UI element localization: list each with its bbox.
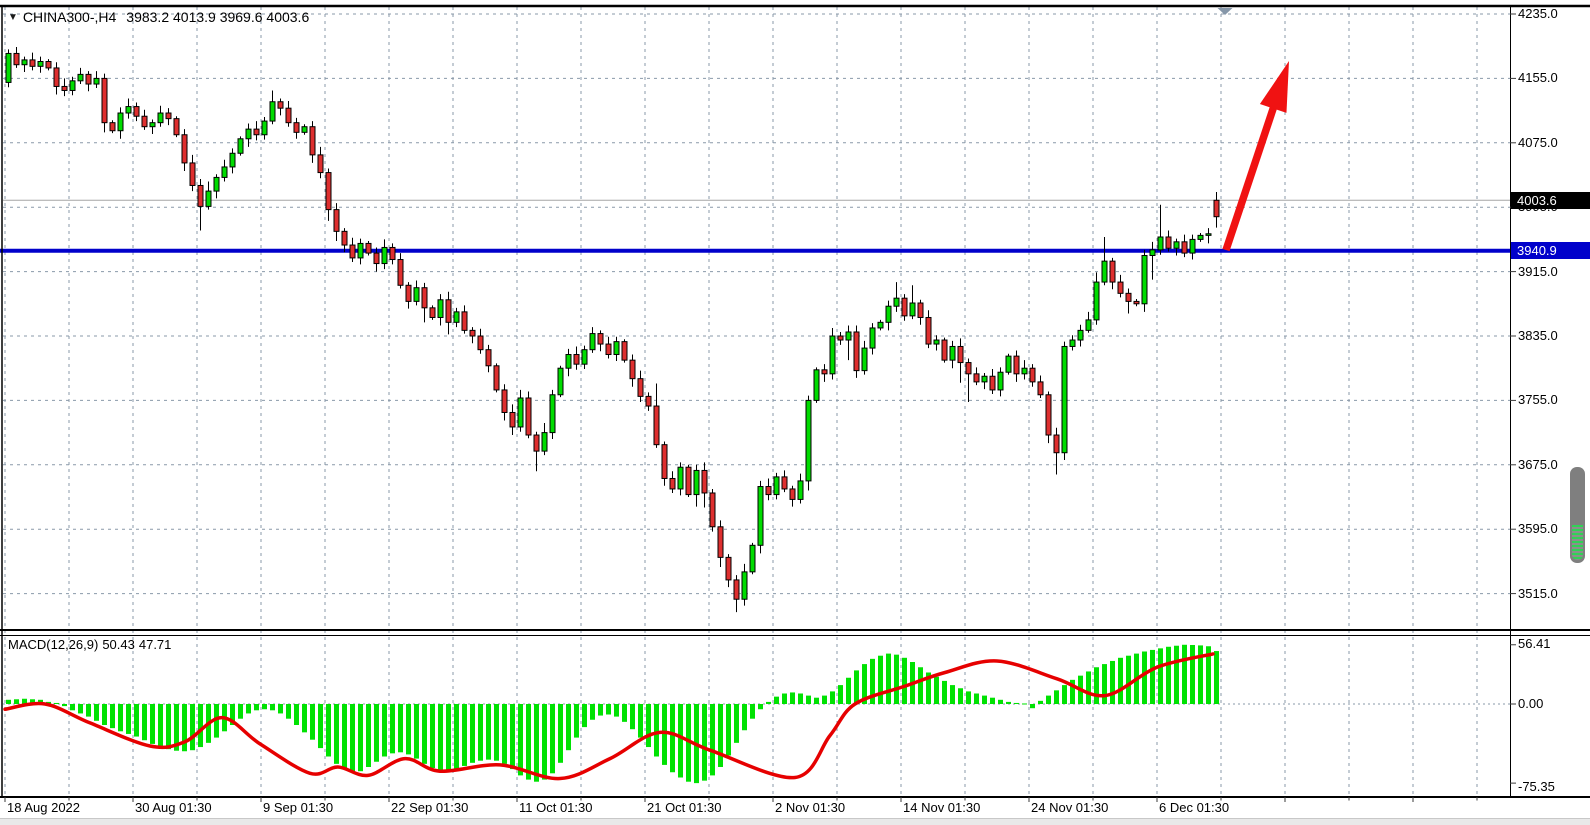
price-tick-label: 3835.0 — [1518, 328, 1558, 343]
time-tick-label: 11 Oct 01:30 — [519, 800, 592, 815]
candlestick-series — [6, 47, 1219, 612]
price-tick-label: 3755.0 — [1518, 392, 1558, 407]
symbol-dropdown-icon[interactable]: ▼ — [8, 12, 18, 23]
up-trend-arrow — [1226, 61, 1289, 250]
time-tick-label: 21 Oct 01:30 — [647, 800, 721, 815]
trading-chart-window: ▼ CHINA300-,H4 3983.2 4013.9 3969.6 4003.6… — [0, 0, 1590, 825]
time-tick-label: 6 Dec 01:30 — [1159, 800, 1229, 815]
right-edge-scroll-thumb[interactable] — [1570, 467, 1585, 563]
scroll-thumb-stripes — [1572, 525, 1583, 560]
time-tick-label: 30 Aug 01:30 — [135, 800, 212, 815]
price-tick-label: 3595.0 — [1518, 521, 1558, 536]
grid-lines — [3, 7, 1510, 797]
time-tick-label: 22 Sep 01:30 — [391, 800, 468, 815]
symbol-timeframe-label: CHINA300-,H4 — [23, 9, 116, 25]
price-tick-label: 4075.0 — [1518, 135, 1558, 150]
macd-tick-label: 0.00 — [1518, 696, 1543, 711]
macd-tick-label: 56.41 — [1518, 636, 1551, 651]
time-tick-label: 18 Aug 2022 — [7, 800, 80, 815]
window-bottom-strip — [0, 818, 1590, 825]
price-tick-label: 4235.0 — [1518, 6, 1558, 21]
time-tick-label: 14 Nov 01:30 — [903, 800, 980, 815]
price-tick-label: 3915.0 — [1518, 264, 1558, 279]
time-tick-label: 9 Sep 01:30 — [263, 800, 333, 815]
time-tick-label: 24 Nov 01:30 — [1031, 800, 1108, 815]
chart-title: ▼ CHINA300-,H4 3983.2 4013.9 3969.6 4003.6 — [8, 9, 309, 25]
macd-histogram — [6, 645, 1219, 783]
price-tick-label: 3515.0 — [1518, 586, 1558, 601]
macd-main-value: 50.43 — [102, 637, 135, 652]
macd-tick-label: -75.35 — [1518, 779, 1555, 794]
time-tick-label: 2 Nov 01:30 — [775, 800, 845, 815]
price-tick-label: 3675.0 — [1518, 457, 1558, 472]
macd-indicator-title: MACD(12,26,9) 50.43 47.71 — [8, 637, 175, 652]
macd-label: MACD(12,26,9) — [8, 637, 98, 652]
support-line-price-tag: 3940.9 — [1511, 242, 1590, 259]
price-tick-label: 4155.0 — [1518, 70, 1558, 85]
macd-signal-value: 47.71 — [139, 637, 172, 652]
axis-ticks — [5, 14, 1516, 802]
current-price-tag: 4003.6 — [1511, 192, 1590, 209]
ohlc-quote-label: 3983.2 4013.9 3969.6 4003.6 — [126, 9, 309, 25]
chart-plot-area[interactable] — [0, 0, 1590, 825]
